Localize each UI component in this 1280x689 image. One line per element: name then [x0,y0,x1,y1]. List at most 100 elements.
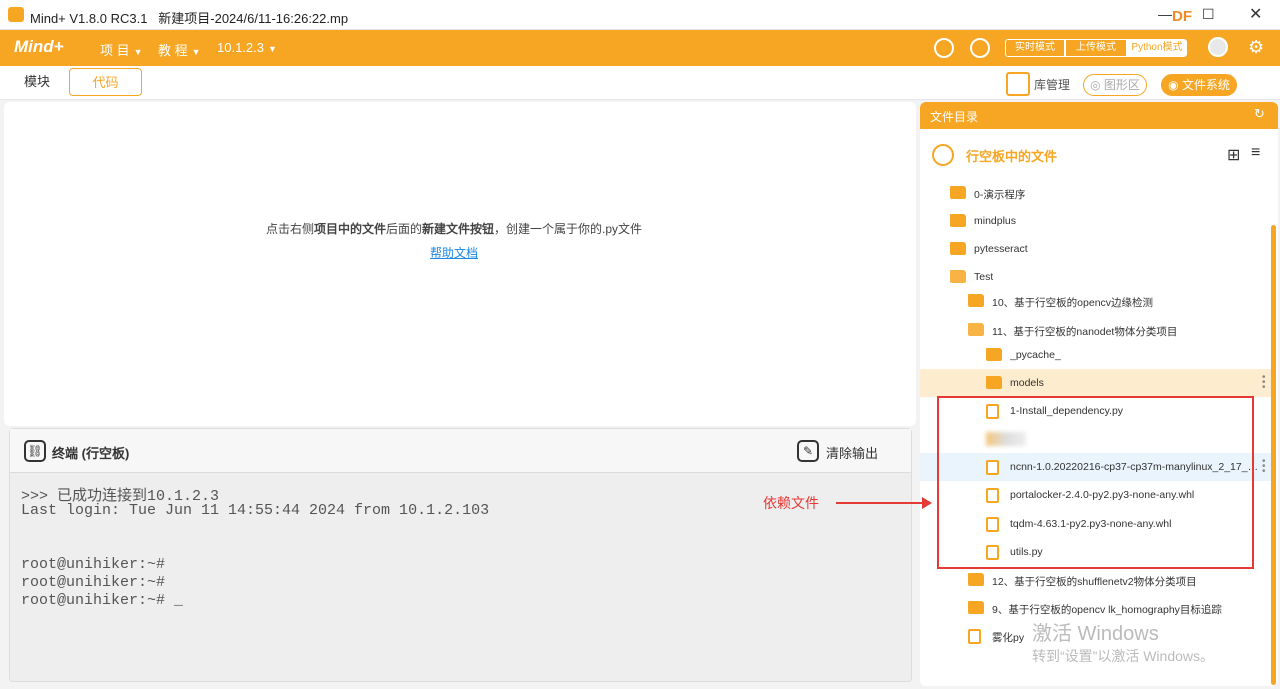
title-bar: Mind+ V1.8.0 RC3.1 新建项目-2024/6/11-16:26:… [0,0,1280,30]
folder-icon [950,186,966,199]
maximize-icon[interactable]: ☐ [1202,6,1215,23]
file-item-label: 12、基于行空板的shufflenetv2物体分类项目 [992,576,1197,588]
board-icon [932,144,954,166]
more-icon[interactable]: • • • [1262,373,1266,393]
annotation-box [937,396,1254,569]
editor-hint: 点击右侧项目中的文件后面的新建文件按钮，创建一个属于你的.py文件 [4,220,904,237]
mode-python[interactable]: Python模式 [1127,39,1187,57]
file-item[interactable]: 12、基于行空板的shufflenetv2物体分类项目 [920,566,1266,594]
menu-connection-label: 10.1.2.3 [217,40,264,55]
hint-pre: 点击右侧 [265,222,314,236]
tutorial-icon[interactable] [934,38,954,58]
folder-icon [986,348,1002,361]
menu-tutorial[interactable]: 教 程 ▼ [158,40,201,59]
folder-open-icon [968,323,984,336]
file-panel-header: 文件目录 ↻ [920,102,1278,129]
menu-connection[interactable]: 10.1.2.3 ▼ [217,40,277,55]
terminal-title: 终端 (行空板) [52,446,130,461]
avatar[interactable] [1208,37,1228,57]
more-icon[interactable]: • • • [1262,457,1266,477]
library-label[interactable]: 库管理 [1034,76,1070,93]
terminal-panel[interactable]: ⛓ 终端 (行空板) ✎ 清除输出 >>> 已成功连接到10.1.2.3 Las… [9,428,912,682]
file-item[interactable]: 11、基于行空板的nanodet物体分类项目 [920,316,1266,344]
arrow-head-icon [922,497,932,509]
mode-upload[interactable]: 上传模式 [1065,39,1127,57]
annotation-arrow [836,502,926,504]
new-file-icon[interactable]: ⊞ [1227,145,1240,165]
hint-bold-new-file: 新建文件按钮 [422,222,495,236]
menu-project[interactable]: 项 目 ▼ [100,40,143,59]
graphics-label: 图形区 [1103,78,1140,92]
filesystem-button[interactable]: ◉ 文件系统 [1161,74,1237,96]
close-icon[interactable]: ✕ [1249,4,1262,24]
library-icon[interactable] [1006,72,1030,96]
mindplus-logo: Mind+ [14,37,64,56]
folder-icon [986,376,1002,389]
chevron-down-icon: ▼ [191,47,201,57]
tab-code[interactable]: 代码 [69,68,142,96]
file-icon [968,629,981,644]
scrollbar[interactable] [1271,225,1276,685]
app-icon [8,7,24,22]
folder-icon [950,214,966,227]
file-item-label: 9、基于行空板的opencv lk_homography目标追踪 [992,604,1222,616]
annotation-label: 依赖文件 [763,495,819,511]
file-item-selected[interactable]: models • • • [920,369,1272,397]
clear-output-button[interactable]: 清除输出 [826,443,878,462]
file-item[interactable]: _pycache_ [920,341,1266,369]
menu-icon[interactable]: ≡ [1251,144,1260,162]
file-item-label: 10、基于行空板的opencv边缘检测 [992,297,1154,309]
file-item-label: _pycache_ [1010,349,1061,361]
edit-icon[interactable] [970,38,990,58]
code-editor[interactable]: 点击右侧项目中的文件后面的新建文件按钮，创建一个属于你的.py文件 帮助文档 [4,102,916,426]
gear-icon[interactable]: ⚙ [1248,37,1264,58]
windows-watermark-title: 激活 Windows [1032,623,1159,645]
folder-icon [950,242,966,255]
file-item-label: pytesseract [974,243,1028,255]
hint-bold-project-files: 项目中的文件 [313,222,386,236]
window-title: Mind+ V1.8.0 RC3.1 新建项目-2024/6/11-16:26:… [30,11,349,26]
file-item-label: 11、基于行空板的nanodet物体分类项目 [992,326,1178,338]
terminal-line: root@unihiker:~# [21,574,166,591]
file-item[interactable]: 0-演示程序 [920,179,1266,207]
broom-icon[interactable]: ✎ [797,440,819,462]
file-item-label: mindplus [974,215,1017,227]
chevron-down-icon: ▼ [268,44,277,54]
windows-watermark-subtitle: 转到“设置”以激活 Windows。 [1032,648,1215,664]
board-files-title: 行空板中的文件 [966,149,1058,164]
folder-icon [968,573,984,586]
hint-mid: 后面的 [385,222,422,236]
file-item-label: 0-演示程序 [974,189,1026,201]
terminal-line: Last login: Tue Jun 11 14:55:44 2024 fro… [21,502,490,519]
folder-icon [968,601,984,614]
file-panel-title: 文件目录 [930,110,979,124]
menu-tutorial-label: 教 程 [158,43,188,58]
hint-post: ，创建一个属于你的.py文件 [494,222,643,236]
file-item[interactable]: pytesseract [920,235,1266,263]
file-item[interactable]: mindplus [920,207,1266,235]
refresh-icon[interactable]: ↻ [1254,106,1265,122]
file-item[interactable]: 10、基于行空板的opencv边缘检测 [920,287,1266,315]
eye-icon: ◉ [1168,78,1182,92]
help-link[interactable]: 帮助文档 [4,244,904,261]
file-item-label: models [1010,377,1044,389]
eye-icon: ◎ [1090,78,1104,92]
tab-blocks[interactable]: 模块 [6,68,68,96]
link-icon: ⛓ [24,440,46,462]
tab-bar: 模块 代码 库管理 ◎ 图形区 ◉ 文件系统 [0,66,1280,100]
file-item-label: Test [974,271,994,283]
folder-open-icon [950,270,966,283]
file-panel: 文件目录 ↻ 行空板中的文件 ⊞ ≡ 0-演示程序 mindplus pytes… [920,102,1278,686]
file-item-label: 雾化py [992,632,1025,644]
graphics-button[interactable]: ◎ 图形区 [1083,74,1147,96]
menu-project-label: 项 目 [100,43,130,58]
menu-bar: Mind+ 项 目 ▼ 教 程 ▼ 10.1.2.3 ▼ 实时模式 上传模式 Pyth… [0,30,1280,66]
brand-logo: DF [1172,8,1192,25]
minimize-icon[interactable]: — [1158,6,1172,22]
terminal-header: ⛓ 终端 (行空板) ✎ 清除输出 [10,429,911,473]
mode-realtime[interactable]: 实时模式 [1005,39,1065,57]
help-link-label[interactable]: 帮助文档 [430,246,478,260]
terminal-line: root@unihiker:~# [21,556,166,573]
folder-icon [968,294,984,307]
terminal-line[interactable]: root@unihiker:~# _ [21,592,183,609]
